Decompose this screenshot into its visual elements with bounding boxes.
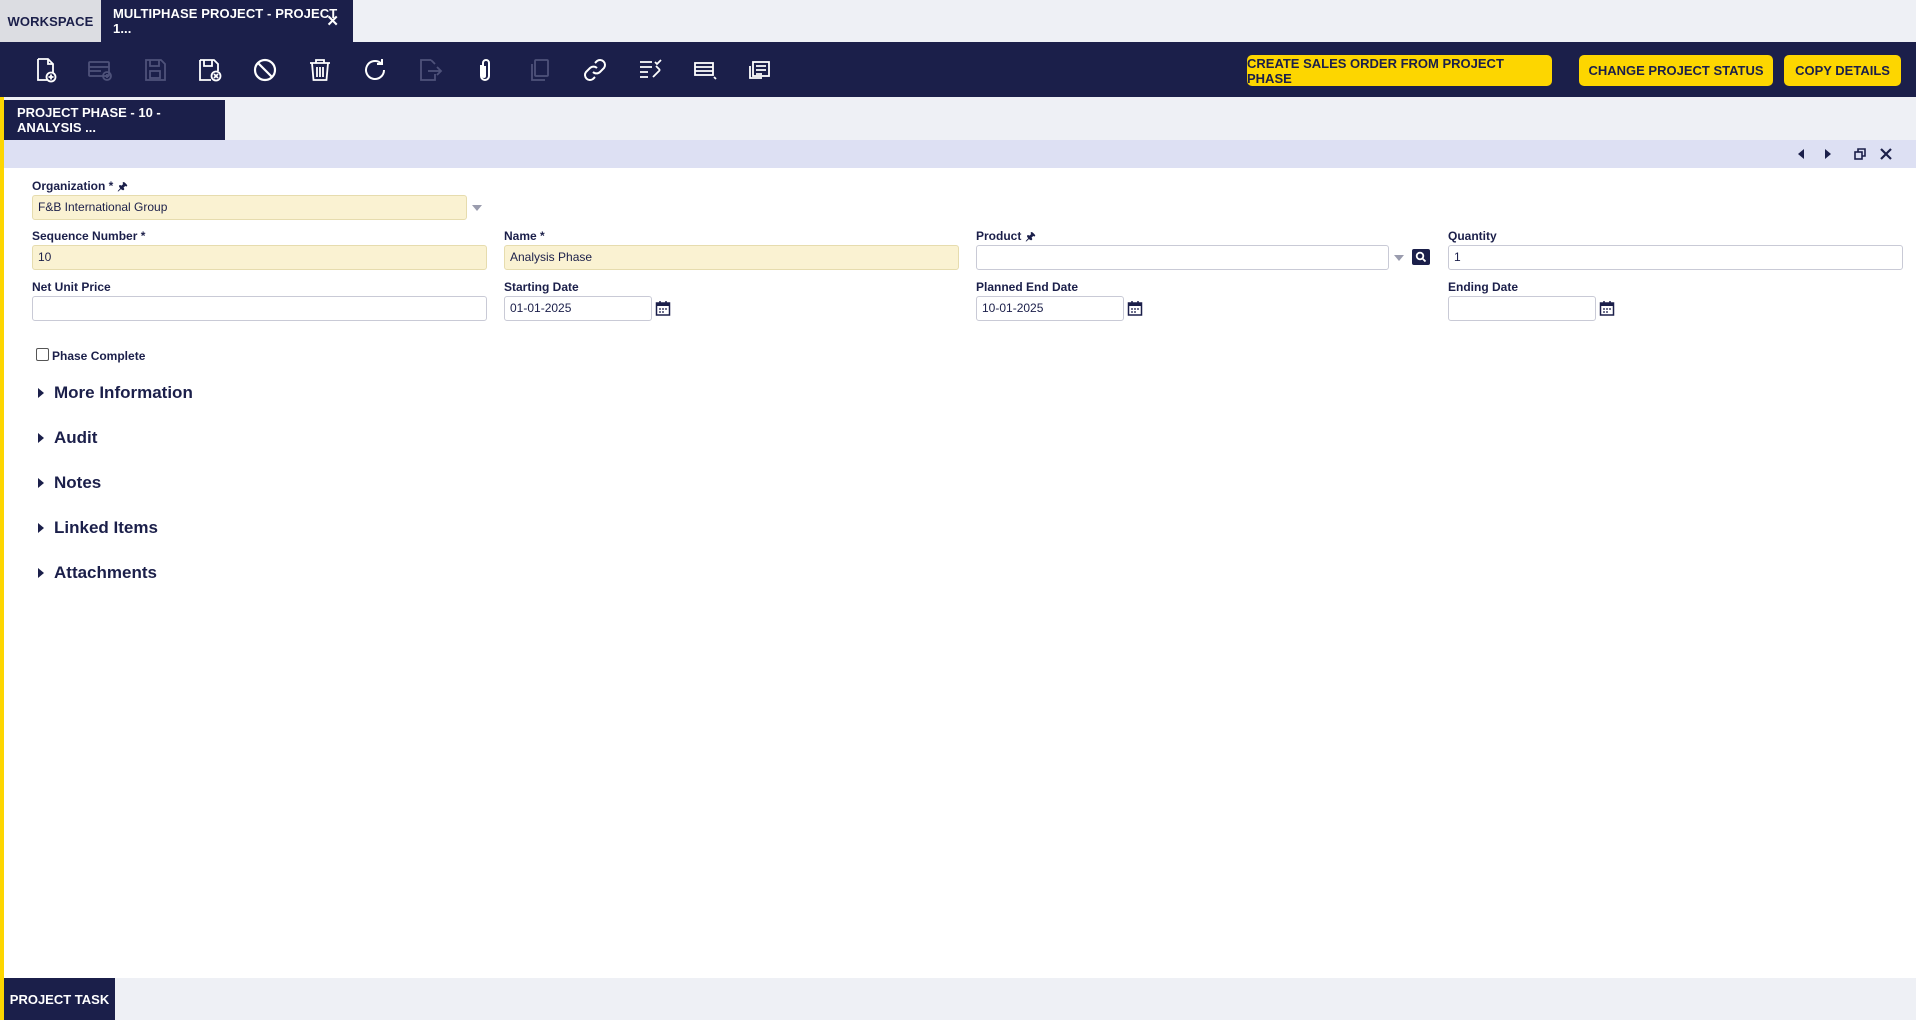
starting-date-field[interactable]: 01-01-2025 [504,296,652,321]
pin-icon: 🖈 [1025,231,1036,243]
window-tab-bar: Workspace Multiphase Project - Project 1… [0,0,1916,42]
tab-project-task[interactable]: Project Task [4,978,115,1020]
ending-date-field[interactable] [1448,296,1596,321]
phase-complete-label: Phase Complete [52,349,146,363]
section-attachments[interactable]: Attachments [38,562,157,584]
copy-icon[interactable] [524,54,556,86]
undo-icon[interactable] [249,54,281,86]
planned-end-date-field[interactable]: 10-01-2025 [976,296,1124,321]
new-record-icon[interactable] [84,54,116,86]
expand-icon [38,433,44,443]
net-unit-price-label: Net Unit Price [32,280,111,294]
starting-date-calendar-icon[interactable] [655,300,671,316]
create-sales-order-button[interactable]: Create Sales Order from Project Phase [1247,55,1552,86]
organization-field[interactable]: F&B International Group [32,195,467,220]
record-nav-bar [4,140,1916,168]
save-close-icon[interactable] [194,54,226,86]
active-window-indicator [0,97,4,1020]
refresh-icon[interactable] [359,54,391,86]
product-dropdown-icon[interactable] [1394,255,1404,261]
section-title: Notes [54,473,102,492]
next-record-icon[interactable] [1819,145,1837,163]
link-icon[interactable] [579,54,611,86]
name-label: Name * [504,229,545,243]
close-form-icon[interactable] [1877,145,1895,163]
name-field[interactable]: Analysis Phase [504,245,959,270]
main-toolbar: Create Sales Order from Project Phase Ch… [0,42,1916,97]
sequence-number-label: Sequence Number * [32,229,146,243]
product-field[interactable] [976,245,1389,270]
section-title: Attachments [54,563,157,582]
attach-icon[interactable] [469,54,501,86]
section-linked-items[interactable]: Linked Items [38,517,158,539]
expand-icon [38,568,44,578]
section-audit[interactable]: Audit [38,427,97,449]
organization-label: Organization * 🖈 [32,179,128,193]
product-label: Product 🖈 [976,229,1036,243]
export-icon[interactable] [414,54,446,86]
organization-dropdown-icon[interactable] [472,205,482,211]
pin-icon: 🖈 [117,181,128,193]
expand-icon [38,478,44,488]
planned-end-date-label: Planned End Date [976,280,1079,294]
section-notes[interactable]: Notes [38,472,101,494]
copy-details-button[interactable]: Copy Details [1784,55,1901,86]
section-title: Linked Items [54,518,158,537]
child-tab-bar: Project Task [4,978,1916,1020]
expand-icon [38,388,44,398]
section-title: Audit [54,428,98,447]
previous-record-icon[interactable] [1792,145,1810,163]
product-search-icon[interactable] [1412,249,1430,265]
sequence-number-field[interactable]: 10 [32,245,487,270]
delete-icon[interactable] [304,54,336,86]
tab-project-phase[interactable]: Project Phase - 10 - Analysis ... [4,100,225,140]
section-title: More Information [54,383,193,402]
starting-date-label: Starting Date [504,280,579,294]
net-unit-price-field[interactable] [32,296,487,321]
subtab-bar: Project Phase - 10 - Analysis ... [4,97,1916,140]
tab-multiphase-project-label: Multiphase Project - Project 1... [113,6,338,36]
quantity-field[interactable]: 1 [1448,245,1903,270]
save-icon[interactable] [139,54,171,86]
audit-icon[interactable] [634,54,666,86]
new-document-icon[interactable] [29,54,61,86]
notes-icon[interactable] [744,54,776,86]
quantity-label: Quantity [1448,229,1497,243]
close-tab-icon[interactable]: ✕ [326,12,339,30]
ending-date-calendar-icon[interactable] [1599,300,1615,316]
maximize-icon[interactable] [1851,145,1869,163]
expand-icon [38,523,44,533]
grid-view-icon[interactable] [689,54,721,86]
change-project-status-button[interactable]: Change Project Status [1579,55,1773,86]
planned-end-date-calendar-icon[interactable] [1127,300,1143,316]
ending-date-label: Ending Date [1448,280,1519,294]
section-more-information[interactable]: More Information [38,382,193,404]
phase-complete-checkbox[interactable] [36,348,49,361]
tab-multiphase-project[interactable]: Multiphase Project - Project 1... ✕ [101,0,353,42]
tab-workspace[interactable]: Workspace [0,0,101,42]
